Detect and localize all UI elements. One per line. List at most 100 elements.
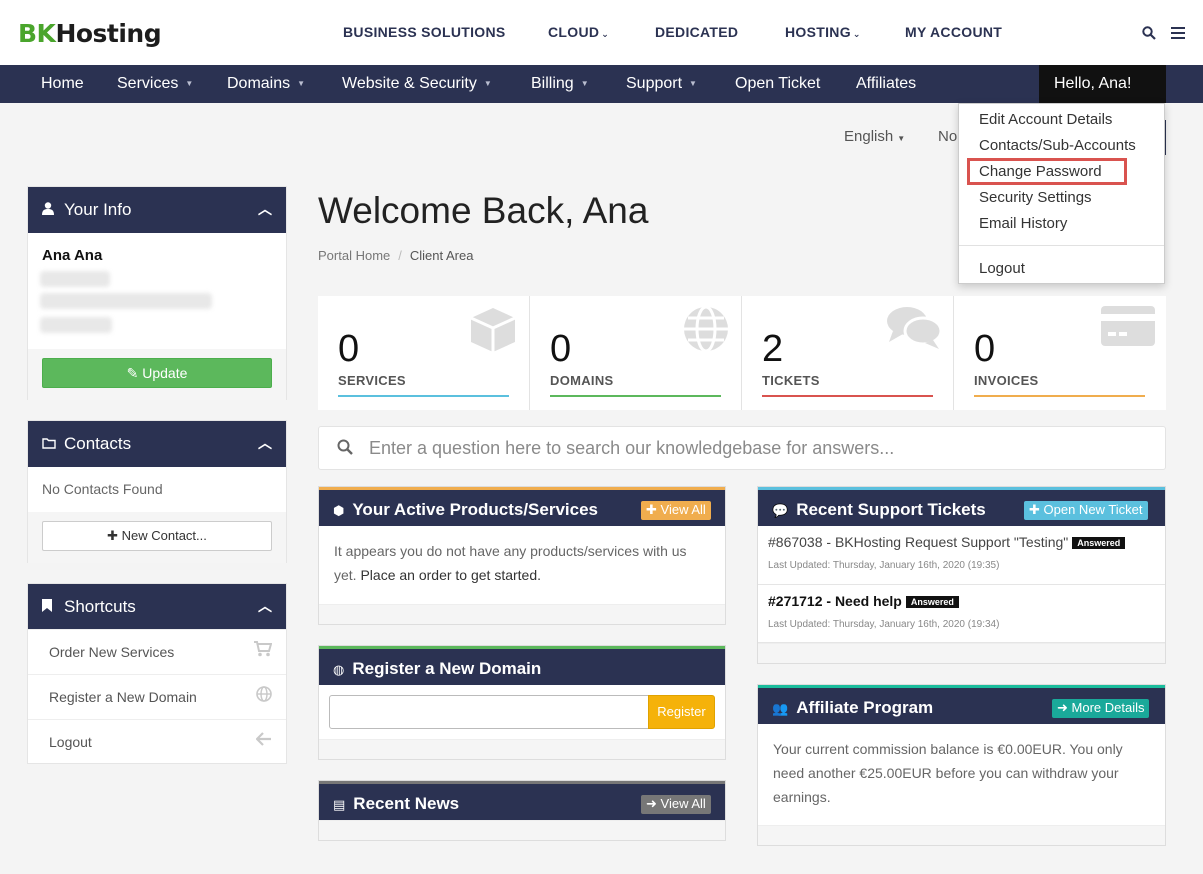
ticket-row[interactable]: #271712 - Need help Answered Last Updated… — [758, 585, 1165, 643]
support-tickets-header: 💬 Recent Support Tickets ✚ Open New Ticke… — [758, 490, 1165, 526]
tile-services[interactable]: 0 SERVICES — [318, 296, 530, 410]
products-body: It appears you do not have any products/… — [334, 543, 687, 583]
contacts-header[interactable]: Contacts ︿ — [28, 421, 286, 467]
main-nav: Home Services ▼ Domains ▼ Website & Securi… — [0, 65, 1203, 103]
chevron-up-icon[interactable]: ︿ — [258, 596, 272, 616]
bookmark-icon — [42, 599, 58, 615]
caret-down-icon: ▼ — [297, 79, 306, 89]
chevron-down-icon: ⌄ — [601, 29, 610, 39]
menu-icon[interactable] — [1171, 26, 1185, 39]
menu-divider — [959, 245, 1164, 246]
more-details-button[interactable]: ➜ More Details — [1052, 699, 1150, 718]
notifications-link[interactable]: No — [938, 128, 957, 145]
globe-icon — [256, 686, 272, 707]
plus-icon: ✚ — [107, 528, 118, 543]
chevron-down-icon: ⌄ — [852, 29, 861, 39]
account-name: Ana Ana — [42, 247, 103, 264]
globe-icon — [681, 304, 731, 359]
place-order-link[interactable]: Place an order to get started. — [360, 567, 541, 583]
affiliate-card: 👥 Affiliate Program ➜ More Details Your c… — [757, 684, 1166, 846]
user-icon — [42, 202, 58, 218]
shortcut-register-domain[interactable]: Register a New Domain — [28, 674, 286, 719]
topnav-hosting[interactable]: HOSTING ⌄ — [785, 24, 861, 40]
users-icon: 👥 — [772, 701, 789, 716]
user-dropdown-menu: Edit Account Details Contacts/Sub-Accoun… — [958, 103, 1165, 284]
top-icons — [1142, 22, 1185, 42]
products-header: ⬢ Your Active Products/Services ✚ View Al… — [319, 490, 725, 526]
topnav-my-account[interactable]: MY ACCOUNT — [905, 24, 1002, 40]
nav-open-ticket[interactable]: Open Ticket — [735, 75, 820, 93]
topnav-business-solutions[interactable]: BUSINESS SOLUTIONS — [343, 24, 506, 40]
highlight-box — [967, 158, 1127, 185]
search-icon — [337, 439, 353, 460]
open-new-ticket-button[interactable]: ✚ Open New Ticket — [1024, 501, 1148, 520]
shortcut-order-new-services[interactable]: Order New Services — [28, 629, 286, 674]
update-button[interactable]: ✎ Update — [42, 358, 272, 388]
top-nav: BUSINESS SOLUTIONS CLOUD ⌄ DEDICATED HOST… — [0, 24, 1203, 44]
nav-website-security[interactable]: Website & Security ▼ — [342, 75, 492, 93]
page-title: Welcome Back, Ana — [318, 190, 649, 231]
redacted-address-line — [40, 271, 110, 287]
comments-icon — [885, 304, 943, 355]
status-badge: Answered — [1072, 537, 1126, 550]
caret-down-icon: ▼ — [483, 79, 492, 89]
domain-input[interactable] — [329, 695, 649, 729]
menu-edit-account-details[interactable]: Edit Account Details — [979, 111, 1112, 128]
shortcut-logout[interactable]: Logout — [28, 719, 286, 764]
tile-tickets[interactable]: 2 TICKETS — [742, 296, 954, 410]
redacted-address-line — [40, 293, 212, 309]
nav-services[interactable]: Services ▼ — [117, 75, 193, 93]
shortcuts-panel: Shortcuts ︿ Order New Services Register … — [27, 583, 287, 764]
cube-icon: ⬢ — [333, 503, 345, 518]
stats-tiles: 0 SERVICES 0 DOMAINS 2 TICKETS 0 INVOICE… — [318, 296, 1166, 410]
nav-billing[interactable]: Billing ▼ — [531, 75, 589, 93]
ticket-row[interactable]: #867038 - BKHosting Request Support "Tes… — [758, 526, 1165, 585]
breadcrumb-portal-home[interactable]: Portal Home — [318, 248, 390, 263]
register-button[interactable]: Register — [648, 695, 715, 729]
no-contacts-text: No Contacts Found — [42, 481, 163, 497]
arrow-left-icon — [255, 731, 272, 751]
your-info-panel: Your Info ︿ Ana Ana ✎ Update — [27, 186, 287, 400]
search-icon[interactable] — [1142, 25, 1157, 40]
cube-icon — [467, 304, 519, 361]
globe-icon: ◍ — [333, 662, 345, 677]
menu-logout[interactable]: Logout — [979, 260, 1025, 277]
nav-support[interactable]: Support ▼ — [626, 75, 697, 93]
redacted-address-line — [40, 317, 112, 333]
shortcuts-header[interactable]: Shortcuts ︿ — [28, 584, 286, 630]
nav-domains[interactable]: Domains ▼ — [227, 75, 305, 93]
caret-down-icon: ▼ — [185, 79, 194, 89]
chevron-up-icon[interactable]: ︿ — [258, 433, 272, 453]
user-menu-toggle[interactable]: Hello, Ana! — [1039, 65, 1166, 103]
recent-news-card: ▤ Recent News ➜ View All — [318, 780, 726, 841]
caret-down-icon: ▼ — [580, 79, 589, 89]
cart-icon — [254, 641, 273, 662]
nav-affiliates[interactable]: Affiliates — [856, 75, 916, 93]
new-contact-button[interactable]: ✚ New Contact... — [42, 521, 272, 551]
language-selector[interactable]: English ▼ — [844, 128, 905, 145]
chevron-up-icon[interactable]: ︿ — [258, 199, 272, 219]
support-tickets-card: 💬 Recent Support Tickets ✚ Open New Ticke… — [757, 486, 1166, 664]
menu-contacts-sub-accounts[interactable]: Contacts/Sub-Accounts — [979, 137, 1136, 154]
tile-domains[interactable]: 0 DOMAINS — [530, 296, 742, 410]
your-info-header[interactable]: Your Info ︿ — [28, 187, 286, 233]
topnav-cloud[interactable]: CLOUD ⌄ — [548, 24, 609, 40]
caret-down-icon: ▼ — [689, 79, 697, 89]
tile-invoices[interactable]: 0 INVOICES — [954, 296, 1166, 410]
menu-security-settings[interactable]: Security Settings — [979, 189, 1092, 206]
folder-icon — [42, 436, 58, 452]
menu-email-history[interactable]: Email History — [979, 215, 1067, 232]
credit-card-icon — [1100, 304, 1156, 353]
register-domain-card: ◍ Register a New Domain Register — [318, 645, 726, 760]
comments-icon: 💬 — [772, 503, 789, 518]
view-all-news-button[interactable]: ➜ View All — [641, 795, 711, 814]
kb-search-input[interactable]: Enter a question here to search our know… — [318, 426, 1166, 470]
status-badge: Answered — [905, 596, 959, 609]
view-all-products-button[interactable]: ✚ View All — [641, 501, 711, 520]
topnav-dedicated[interactable]: DEDICATED — [655, 24, 738, 40]
recent-news-header: ▤ Recent News ➜ View All — [319, 784, 725, 820]
affiliate-body: Your current commission balance is €0.00… — [773, 741, 1123, 805]
top-header: BKHosting BUSINESS SOLUTIONS CLOUD ⌄ DEDI… — [0, 0, 1203, 65]
contacts-panel: Contacts ︿ No Contacts Found ✚ New Conta… — [27, 420, 287, 563]
nav-home[interactable]: Home — [41, 75, 84, 93]
